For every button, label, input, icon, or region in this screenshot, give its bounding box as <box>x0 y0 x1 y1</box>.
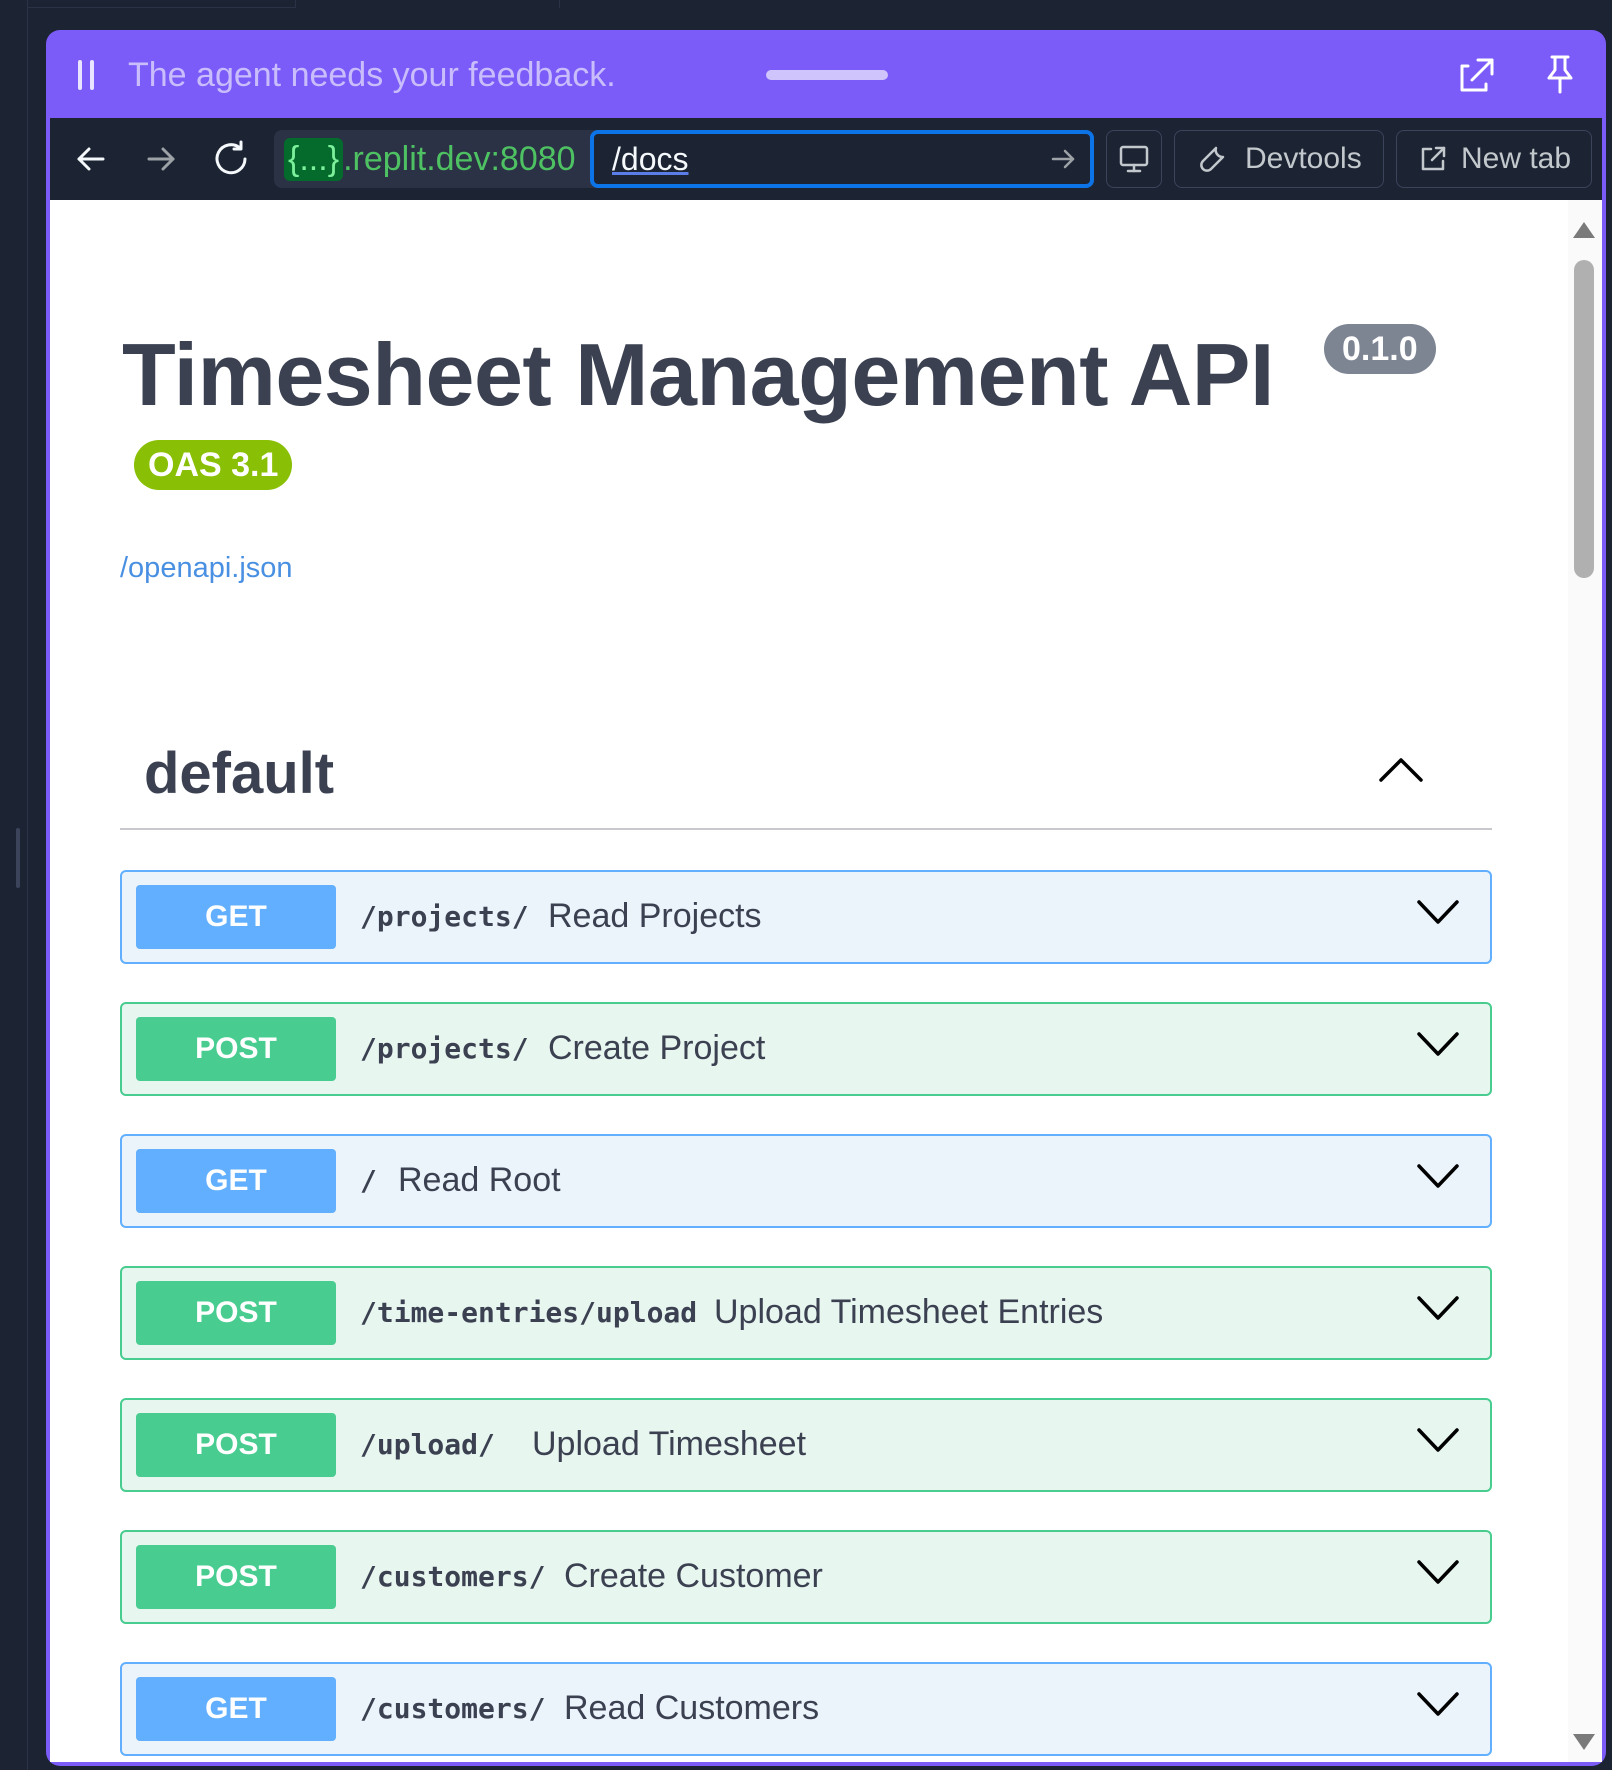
url-origin: {...} .replit.dev:8080 <box>284 136 576 182</box>
devtools-label: Devtools <box>1245 142 1362 175</box>
operation-row[interactable]: GET /customers/ Read Customers <box>120 1662 1492 1756</box>
url-path-input[interactable]: /docs <box>590 130 1094 188</box>
chevron-down-icon[interactable] <box>1416 1162 1460 1190</box>
operation-path: /customers/ <box>360 1692 546 1725</box>
operation-path: /projects/ <box>360 1032 529 1065</box>
scroll-up-arrow-icon[interactable] <box>1573 222 1595 238</box>
operation-path: /projects/ <box>360 900 529 933</box>
popout-icon[interactable] <box>1458 54 1498 94</box>
operation-summary: Read Customers <box>564 1689 820 1727</box>
drag-handle[interactable] <box>766 70 888 80</box>
method-badge: GET <box>136 1677 336 1741</box>
pin-icon[interactable] <box>1542 54 1578 94</box>
oas-version-badge: OAS 3.1 <box>134 440 293 490</box>
url-origin-prefix: {...} <box>284 137 344 181</box>
wrench-icon <box>1200 146 1225 172</box>
url-origin-host: .replit.dev:8080 <box>343 139 576 178</box>
scrollbar[interactable] <box>1568 200 1602 1762</box>
method-badge: POST <box>136 1281 336 1345</box>
openapi-spec-link[interactable]: /openapi.json <box>120 552 293 585</box>
webview-panel: The agent needs your feedback. {...} .rep… <box>46 30 1606 1766</box>
ide-left-rail <box>0 0 28 1770</box>
operation-row[interactable]: POST /upload/ Upload Timesheet <box>120 1398 1492 1492</box>
chevron-down-icon[interactable] <box>1416 1294 1460 1322</box>
back-icon[interactable] <box>68 136 114 182</box>
method-badge: GET <box>136 1149 336 1213</box>
new-tab-label: New tab <box>1461 142 1572 175</box>
new-tab-button[interactable]: New tab <box>1396 130 1592 188</box>
operation-path: /customers/ <box>360 1560 546 1593</box>
scrollbar-thumb[interactable] <box>1574 260 1594 578</box>
api-title: Timesheet Management API <box>122 325 1274 424</box>
operation-row[interactable]: GET / Read Root <box>120 1134 1492 1228</box>
operation-row[interactable]: POST /customers/ Create Customer <box>120 1530 1492 1624</box>
forward-icon[interactable] <box>138 136 184 182</box>
url-path-value: /docs <box>612 141 689 177</box>
reload-icon[interactable] <box>208 136 254 182</box>
chevron-down-icon[interactable] <box>1416 1558 1460 1586</box>
operation-row[interactable]: GET /projects/ Read Projects <box>120 870 1492 964</box>
method-badge: POST <box>136 1017 336 1081</box>
tag-divider <box>120 828 1492 830</box>
chevron-up-icon[interactable] <box>1378 756 1424 784</box>
device-preview-button[interactable] <box>1106 130 1162 188</box>
operation-path: /upload/ <box>360 1428 495 1461</box>
pause-icon[interactable] <box>76 60 96 90</box>
operation-summary: Read Projects <box>548 897 762 935</box>
scroll-down-arrow-icon[interactable] <box>1573 1734 1595 1750</box>
devtools-button[interactable]: Devtools <box>1174 130 1384 188</box>
chevron-down-icon[interactable] <box>1416 1030 1460 1058</box>
operation-summary: Create Project <box>548 1029 766 1067</box>
feedback-bar: The agent needs your feedback. <box>46 30 1606 118</box>
operation-path: / <box>360 1164 377 1197</box>
external-link-icon <box>1421 146 1446 171</box>
monitor-icon <box>1119 145 1149 173</box>
feedback-message: The agent needs your feedback. <box>128 56 616 94</box>
operation-row[interactable]: POST /time-entries/upload Upload Timeshe… <box>120 1266 1492 1360</box>
ide-tab[interactable] <box>296 0 560 8</box>
operation-path: /time-entries/upload <box>360 1296 698 1329</box>
pane-resize-handle[interactable] <box>16 828 20 888</box>
url-bar: {...} .replit.dev:8080 /docs <box>274 130 1094 188</box>
operation-row[interactable]: POST /projects/ Create Project <box>120 1002 1492 1096</box>
method-badge: POST <box>136 1413 336 1477</box>
browser-toolbar: {...} .replit.dev:8080 /docs Devtools New… <box>50 118 1602 200</box>
method-badge: GET <box>136 885 336 949</box>
chevron-down-icon[interactable] <box>1416 1690 1460 1718</box>
method-badge: POST <box>136 1545 336 1609</box>
chevron-down-icon[interactable] <box>1416 1426 1460 1454</box>
page-viewport: Timesheet Management API 0.1.0 OAS 3.1 /… <box>50 200 1602 1762</box>
operation-summary: Upload Timesheet <box>532 1425 807 1463</box>
ide-tab[interactable] <box>24 0 296 8</box>
operation-summary: Create Customer <box>564 1557 823 1595</box>
operation-summary: Upload Timesheet Entries <box>714 1293 1104 1331</box>
operation-summary: Read Root <box>398 1161 561 1199</box>
chevron-down-icon[interactable] <box>1416 898 1460 926</box>
tag-heading[interactable]: default <box>144 740 334 807</box>
version-badge: 0.1.0 <box>1324 324 1436 374</box>
go-arrow-icon[interactable] <box>1050 146 1076 172</box>
